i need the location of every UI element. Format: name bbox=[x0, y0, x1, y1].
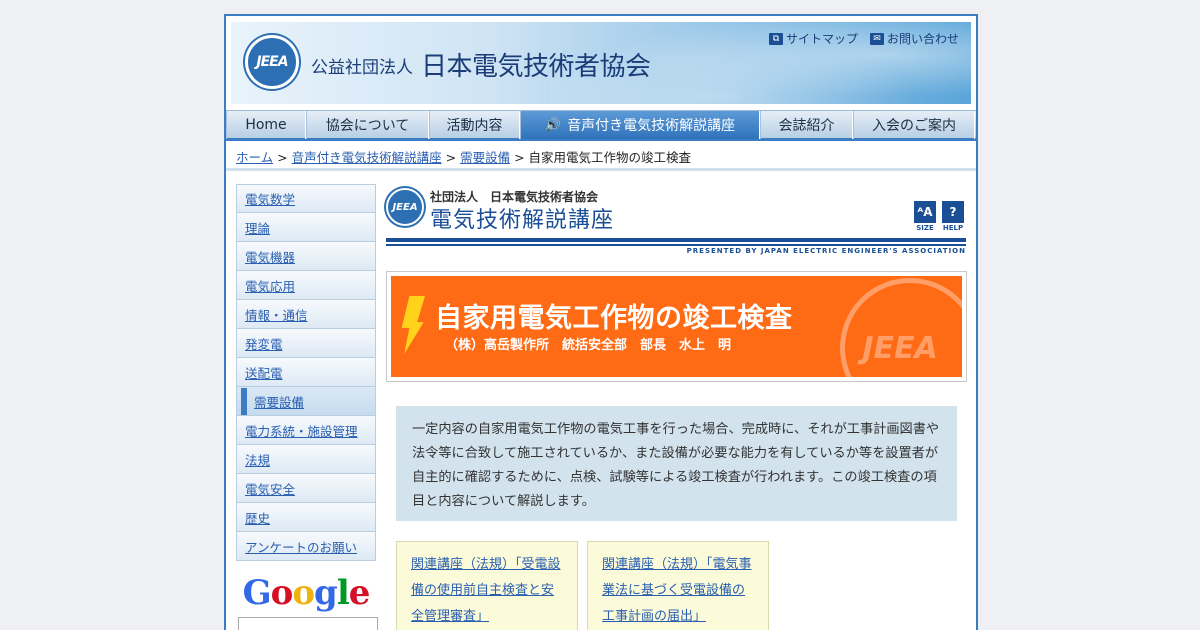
breadcrumb-audio-course[interactable]: 音声付き電気技術解説講座 bbox=[292, 150, 442, 165]
google-logo: Google bbox=[242, 573, 371, 613]
related-link: 関連講座（法規）「受電設備の使用前自主検査と安全管理審査」 bbox=[411, 557, 561, 624]
tab-label: 活動内容 bbox=[446, 118, 503, 134]
sidebar-item-label: 情報・通信 bbox=[245, 307, 308, 323]
google-search-input[interactable] bbox=[238, 617, 378, 630]
speaker-icon: 🔊 bbox=[544, 117, 562, 133]
jeea-watermark: JEEA bbox=[840, 278, 962, 377]
sidebar-item-safety[interactable]: 電気安全 bbox=[236, 474, 376, 503]
sidebar-item-math[interactable]: 電気数学 bbox=[236, 184, 376, 213]
presented-by: PRESENTED BY JAPAN ELECTRIC ENGINEER'S A… bbox=[686, 247, 966, 255]
lightning-bolt-icon bbox=[401, 296, 425, 354]
sidebar-item-label: 需要設備 bbox=[254, 394, 305, 410]
sidebar-item-label: 電気応用 bbox=[245, 278, 296, 294]
related-course-1[interactable]: 関連講座（法規）「受電設備の使用前自主検査と安全管理審査」 bbox=[396, 541, 578, 630]
breadcrumb-home[interactable]: ホーム bbox=[236, 150, 273, 165]
breadcrumb: ホーム > 音声付き電気技術解説講座 > 需要設備 > 自家用電気工作物の竣工検… bbox=[236, 147, 691, 166]
related-course-2[interactable]: 関連講座（法規）「電気事業法に基づく受電設備の工事計画の届出」 bbox=[587, 541, 769, 630]
sitemap-link[interactable]: ⧉ サイトマップ bbox=[768, 30, 858, 47]
banner-title: 自家用電気工作物の竣工検査 bbox=[435, 303, 793, 334]
sidebar-item-applications[interactable]: 電気応用 bbox=[236, 271, 376, 300]
size-label: SIZE bbox=[916, 224, 934, 232]
sidebar-item-label: 電気数学 bbox=[245, 192, 296, 207]
utility-links: ⧉ サイトマップ ✉ お問い合わせ bbox=[768, 30, 959, 47]
related-link: 関連講座（法規）「電気事業法に基づく受電設備の工事計画の届出」 bbox=[602, 557, 752, 624]
font-size-button[interactable]: ᴬA bbox=[914, 201, 936, 223]
breadcrumb-current: 自家用電気工作物の竣工検査 bbox=[528, 150, 692, 165]
sidebar-item-distribution[interactable]: 送配電 bbox=[236, 358, 376, 387]
sidebar-item-info-comm[interactable]: 情報・通信 bbox=[236, 300, 376, 329]
tab-label: 音声付き電気技術解説講座 bbox=[567, 118, 736, 134]
sitemap-label: サイトマップ bbox=[785, 32, 858, 46]
sidebar: 電気数学 理論 電気機器 電気応用 情報・通信 発変電 送配電 需要設備 電力系… bbox=[236, 184, 378, 630]
contact-link[interactable]: ✉ お問い合わせ bbox=[869, 30, 959, 47]
tab-membership[interactable]: 入会のご案内 bbox=[853, 111, 975, 139]
sidebar-item-history[interactable]: 歴史 bbox=[236, 503, 376, 532]
tab-audio-course[interactable]: 🔊 音声付き電気技術解説講座 bbox=[520, 111, 760, 139]
org-prefix: 公益社団法人 bbox=[311, 58, 413, 78]
tab-label: 協会について bbox=[325, 118, 410, 134]
lecture-logo: JEEA bbox=[386, 188, 424, 226]
sitemap-icon: ⧉ bbox=[768, 32, 783, 45]
sidebar-item-label: 電気安全 bbox=[245, 481, 296, 497]
sidebar-item-generation[interactable]: 発変電 bbox=[236, 329, 376, 358]
watermark-text: JEEA bbox=[862, 330, 938, 366]
breadcrumb-divider bbox=[226, 168, 976, 171]
breadcrumb-demand-equipment[interactable]: 需要設備 bbox=[460, 150, 510, 165]
tab-home[interactable]: Home bbox=[226, 111, 306, 139]
sidebar-item-label: 電力系統・施設管理 bbox=[245, 423, 358, 439]
tab-label: 入会のご案内 bbox=[872, 118, 956, 134]
site-header: JEEA 公益社団法人 日本電気技術者協会 ⧉ サイトマップ ✉ お問い合わせ bbox=[231, 22, 971, 104]
tab-label: 会誌紹介 bbox=[778, 118, 835, 134]
lecture-header: JEEA 社団法人 日本電気技術者協会 電気技術解説講座 ᴬA SIZE ? H… bbox=[386, 186, 966, 256]
tab-label: Home bbox=[245, 117, 287, 133]
sidebar-item-label: 電気機器 bbox=[245, 249, 296, 265]
tab-journal[interactable]: 会誌紹介 bbox=[760, 111, 853, 139]
contact-label: お問い合わせ bbox=[886, 32, 959, 46]
breadcrumb-separator: > bbox=[445, 150, 457, 165]
sidebar-item-label: 法規 bbox=[245, 452, 271, 468]
tab-about[interactable]: 協会について bbox=[306, 111, 429, 139]
sidebar-item-label: 理論 bbox=[245, 220, 271, 236]
sidebar-item-label: アンケートのお願い bbox=[245, 539, 358, 555]
sidebar-item-survey[interactable]: アンケートのお願い bbox=[236, 532, 376, 561]
sidebar-item-demand[interactable]: 需要設備 bbox=[236, 387, 376, 416]
org-name[interactable]: 日本電気技術者協会 bbox=[421, 46, 651, 83]
help-icon: ? bbox=[949, 205, 957, 219]
lecture-summary: 一定内容の自家用電気工作物の電気工事を行った場合、完成時に、それが工事計画図書や… bbox=[396, 406, 957, 521]
sidebar-item-theory[interactable]: 理論 bbox=[236, 213, 376, 242]
help-button[interactable]: ? bbox=[942, 201, 964, 223]
banner-author: （株）高岳製作所 統括安全部 部長 水上 明 bbox=[445, 338, 732, 353]
sidebar-item-machines[interactable]: 電気機器 bbox=[236, 242, 376, 271]
sidebar-item-label: 発変電 bbox=[245, 336, 283, 352]
header-rule-thin bbox=[386, 244, 966, 246]
font-size-icon: ᴬA bbox=[917, 205, 933, 219]
jeea-logo[interactable]: JEEA bbox=[245, 35, 299, 89]
sidebar-item-label: 歴史 bbox=[245, 510, 271, 526]
active-indicator bbox=[241, 387, 247, 415]
sidebar-item-label: 送配電 bbox=[245, 365, 283, 381]
page-frame: JEEA 公益社団法人 日本電気技術者協会 ⧉ サイトマップ ✉ お問い合わせ … bbox=[224, 14, 978, 630]
breadcrumb-separator: > bbox=[514, 150, 525, 165]
sidebar-item-power-system[interactable]: 電力系統・施設管理 bbox=[236, 416, 376, 445]
banner-inner: 自家用電気工作物の竣工検査 （株）高岳製作所 統括安全部 部長 水上 明 JEE… bbox=[391, 276, 962, 377]
lecture-course-title: 電気技術解説講座 bbox=[430, 208, 615, 233]
tab-activities[interactable]: 活動内容 bbox=[429, 111, 520, 139]
breadcrumb-separator: > bbox=[277, 150, 288, 165]
header-rule bbox=[386, 238, 966, 242]
sidebar-item-regulations[interactable]: 法規 bbox=[236, 445, 376, 474]
mail-icon: ✉ bbox=[869, 32, 884, 45]
lecture-banner: 自家用電気工作物の竣工検査 （株）高岳製作所 統括安全部 部長 水上 明 JEE… bbox=[386, 271, 967, 382]
main-nav: Home 協会について 活動内容 🔊 音声付き電気技術解説講座 会誌紹介 入会の… bbox=[226, 110, 976, 141]
help-label: HELP bbox=[942, 224, 964, 232]
